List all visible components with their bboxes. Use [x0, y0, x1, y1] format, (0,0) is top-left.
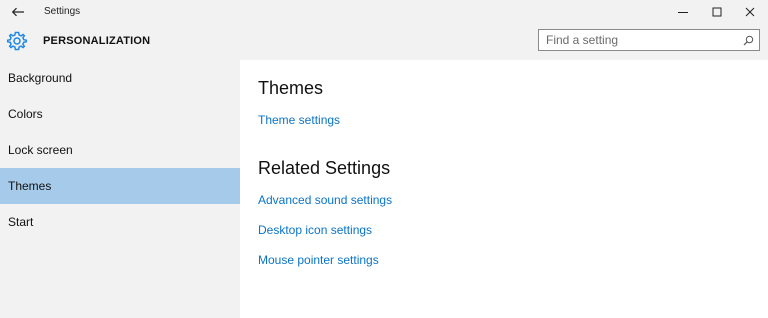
sidebar-item-colors[interactable]: Colors [0, 96, 240, 132]
main-content: Themes Theme settings Related Settings A… [240, 60, 768, 318]
related-settings-heading: Related Settings [258, 158, 391, 178]
close-button[interactable] [735, 0, 765, 24]
back-arrow-icon [11, 7, 24, 17]
window-title: Settings [44, 6, 81, 17]
minimize-button[interactable] [668, 0, 698, 24]
sidebar: Background Colors Lock screen Themes Sta… [0, 60, 240, 318]
search-input[interactable] [539, 30, 741, 50]
close-icon [745, 7, 755, 17]
search-button[interactable] [739, 32, 757, 48]
maximize-icon [712, 7, 722, 17]
sidebar-item-lock-screen[interactable]: Lock screen [0, 132, 240, 168]
sidebar-item-start[interactable]: Start [0, 204, 240, 240]
mouse-pointer-settings-link[interactable]: Mouse pointer settings [258, 253, 379, 267]
search-box[interactable] [538, 29, 760, 51]
gear-icon [6, 31, 28, 51]
title-bar: Settings [0, 0, 768, 24]
sidebar-item-background[interactable]: Background [0, 60, 240, 96]
minimize-icon [678, 12, 688, 13]
page-title: PERSONALIZATION [43, 35, 151, 47]
theme-settings-link[interactable]: Theme settings [258, 113, 340, 127]
desktop-icon-settings-link[interactable]: Desktop icon settings [258, 223, 372, 237]
sidebar-item-themes[interactable]: Themes [0, 168, 240, 204]
maximize-button[interactable] [702, 0, 732, 24]
page-header: PERSONALIZATION [0, 24, 768, 60]
themes-heading: Themes [258, 78, 324, 98]
search-icon [743, 35, 753, 45]
back-button[interactable] [4, 0, 32, 24]
advanced-sound-settings-link[interactable]: Advanced sound settings [258, 193, 392, 207]
